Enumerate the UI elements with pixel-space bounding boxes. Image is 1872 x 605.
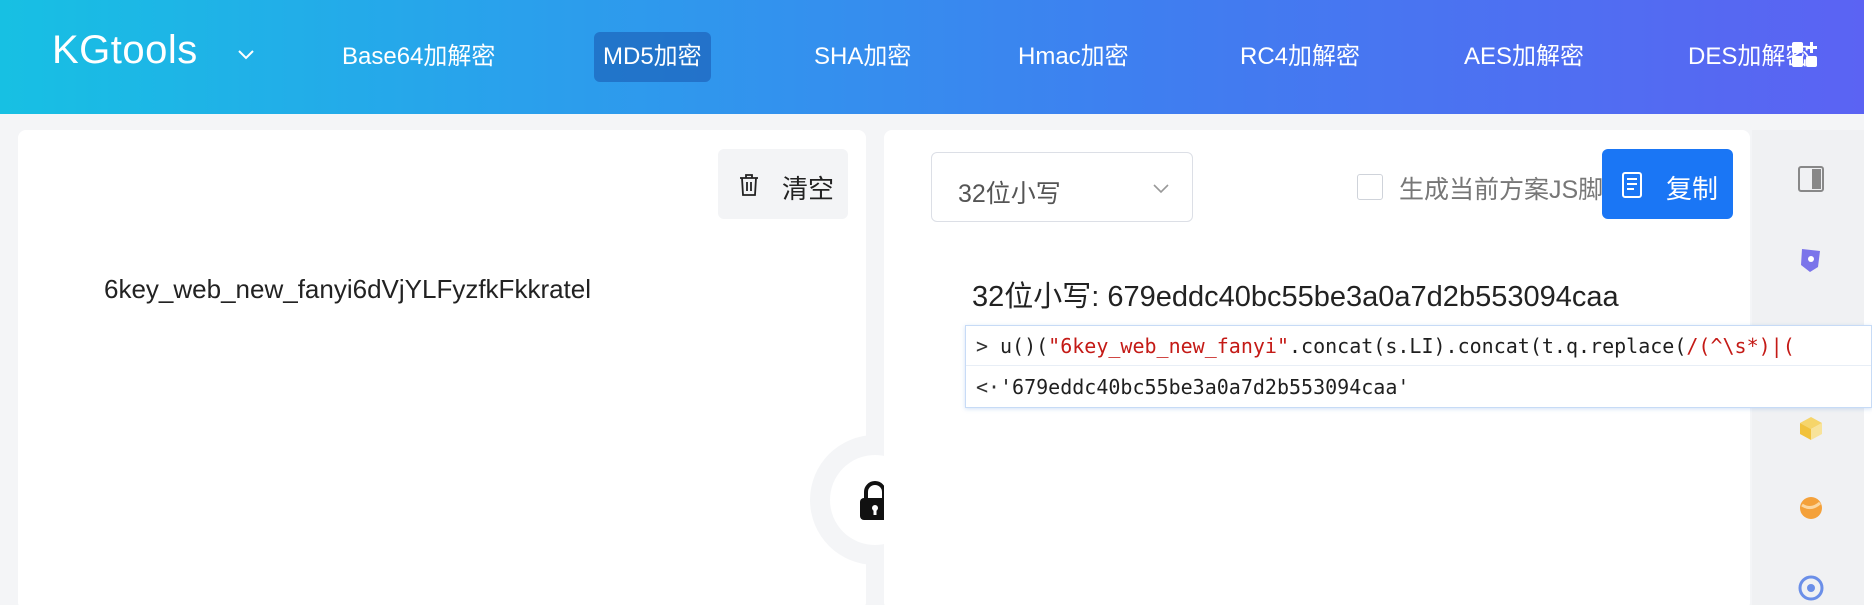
console-code-string: "6key_web_new_fanyi"	[1048, 334, 1289, 358]
console-output-value: '679eddc40bc55be3a0a7d2b553094caa'	[1000, 375, 1410, 399]
console-input-row[interactable]: > u()("6key_web_new_fanyi".concat(s.LI).…	[966, 326, 1871, 366]
chevron-down-icon	[1153, 184, 1169, 194]
clear-button[interactable]: 清空	[718, 149, 848, 219]
generate-js-checkbox[interactable]	[1357, 174, 1383, 200]
kgtools-logo[interactable]: KGtools	[52, 28, 198, 73]
puzzle-add-icon[interactable]	[1790, 40, 1820, 70]
nav-hmac[interactable]: Hmac加密	[1009, 32, 1138, 82]
window-edge	[1864, 0, 1872, 605]
console-code-middle: .concat(s.LI).concat(t.q.replace(	[1289, 334, 1687, 358]
nav-aes[interactable]: AES加解密	[1455, 32, 1593, 82]
nav-rc4[interactable]: RC4加解密	[1231, 32, 1369, 82]
mode-select[interactable]: 32位小写	[931, 152, 1193, 222]
shield-icon[interactable]	[1796, 245, 1826, 275]
console-code-regex: /(^\s*)|(	[1686, 334, 1795, 358]
console-output-prompt: <·	[976, 375, 1001, 399]
panel-toggle-icon[interactable]	[1796, 164, 1826, 194]
devtools-console: > u()("6key_web_new_fanyi".concat(s.LI).…	[965, 325, 1872, 408]
cube-icon[interactable]	[1796, 413, 1826, 443]
nav-md5[interactable]: MD5加密	[594, 32, 711, 82]
document-copy-icon	[1622, 172, 1642, 198]
console-code-prefix: u()(	[1000, 334, 1049, 358]
console-input-prompt: >	[976, 334, 989, 358]
nav-base64[interactable]: Base64加解密	[333, 32, 504, 82]
md5-result: 32位小写: 679eddc40bc55be3a0a7d2b553094caa	[972, 281, 1619, 313]
generate-js-label[interactable]: 生成当前方案JS脚本	[1399, 170, 1628, 206]
orange-ball-icon[interactable]	[1796, 493, 1826, 523]
copy-label: 复制	[1666, 174, 1719, 204]
clear-label: 清空	[782, 174, 835, 204]
console-input-code: u()("6key_web_new_fanyi".concat(s.LI).co…	[1000, 326, 1795, 366]
nav-sha[interactable]: SHA加密	[805, 32, 920, 82]
chevron-down-icon[interactable]	[236, 44, 256, 64]
mode-select-value: 32位小写	[958, 180, 1061, 208]
input-textarea[interactable]: 6key_web_new_fanyi6dVjYLFyzfkFkkratel	[104, 274, 591, 305]
copy-button[interactable]: 复制	[1602, 149, 1733, 219]
circle-logo-icon[interactable]	[1796, 573, 1826, 603]
trash-icon	[740, 174, 758, 196]
console-output-row[interactable]: <· '679eddc40bc55be3a0a7d2b553094caa'	[966, 367, 1871, 407]
top-header: KGtools Base64加解密 MD5加密 SHA加密 Hmac加密 RC4…	[0, 0, 1864, 114]
